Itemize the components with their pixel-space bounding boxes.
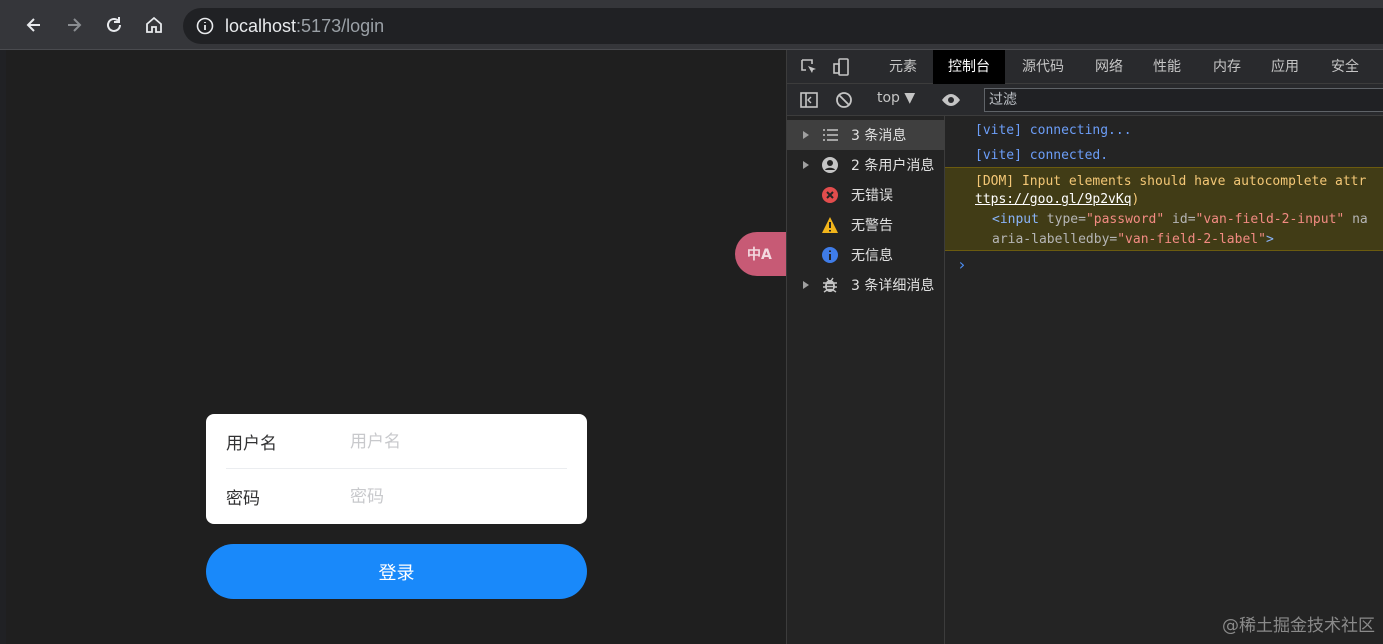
user-icon: [822, 157, 838, 173]
password-input[interactable]: [348, 485, 568, 508]
console-warning-message: [DOM] Input elements should have autocom…: [945, 167, 1383, 251]
address-bar[interactable]: localhost:5173/login: [183, 8, 1383, 44]
home-icon: [146, 16, 162, 33]
inspect-icon[interactable]: [799, 57, 819, 77]
code-value: "password": [1085, 212, 1165, 227]
sidebar-item-messages[interactable]: 3 条消息: [787, 120, 945, 150]
console-sidebar: 3 条消息 2 条用户消息 无错误 无警告 无信息 3 条详细消息: [787, 116, 945, 644]
console-toolbar: top ▼ 过滤: [787, 84, 1383, 116]
code-tag: >: [1265, 232, 1274, 247]
code-value: "van-field-2-input": [1195, 212, 1345, 227]
tab-application[interactable]: 应用: [1257, 50, 1313, 84]
sidebar-item-label: 2 条用户消息: [851, 158, 935, 174]
password-label: 密码: [226, 489, 260, 509]
console-output: [vite] connecting... [vite] connected. […: [945, 116, 1383, 644]
devtools-panel: 元素 控制台 源代码 网络 性能 内存 应用 安全 top ▼ 过滤 3 条消息…: [786, 50, 1383, 644]
sidebar-item-label: 3 条消息: [851, 128, 907, 144]
arrow-right-icon: [68, 18, 82, 32]
tab-security[interactable]: 安全: [1317, 50, 1373, 84]
device-toggle-icon[interactable]: [831, 57, 851, 77]
warning-icon: [822, 217, 838, 233]
tab-sources[interactable]: 源代码: [1009, 50, 1077, 84]
translate-button[interactable]: 中A: [735, 232, 791, 276]
error-icon: [822, 187, 838, 203]
browser-toolbar: localhost:5173/login: [0, 0, 1383, 50]
sidebar-item-errors[interactable]: 无错误: [787, 180, 945, 210]
page-viewport: 用户名 密码 登录: [6, 50, 786, 644]
sidebar-item-label: 无警告: [851, 218, 893, 234]
code-attr: type=: [1046, 212, 1086, 227]
tab-memory[interactable]: 内存: [1199, 50, 1255, 84]
username-input[interactable]: [348, 430, 568, 453]
code-tag: <input: [992, 212, 1047, 227]
tab-elements[interactable]: 元素: [875, 50, 931, 84]
console-prompt[interactable]: ›: [957, 255, 967, 274]
sidebar-item-verbose[interactable]: 3 条详细消息: [787, 270, 945, 300]
tab-performance[interactable]: 性能: [1139, 50, 1195, 84]
sidebar-item-warnings[interactable]: 无警告: [787, 210, 945, 240]
expand-arrow-icon: [803, 131, 809, 139]
code-attr: aria-labelledby=: [992, 232, 1118, 247]
username-field-row: 用户名: [206, 414, 587, 469]
sidebar-item-label: 无错误: [851, 188, 893, 204]
clear-console-icon[interactable]: [834, 90, 854, 110]
translate-icon: 中A: [747, 247, 772, 263]
sidebar-item-user-messages[interactable]: 2 条用户消息: [787, 150, 945, 180]
devtools-tab-bar: 元素 控制台 源代码 网络 性能 内存 应用 安全: [787, 50, 1383, 84]
reload-icon: [107, 17, 121, 32]
tab-console[interactable]: 控制台: [933, 50, 1005, 84]
watermark: @稀土掘金技术社区: [1222, 616, 1375, 636]
code-value: "van-field-2-label": [1117, 232, 1266, 247]
console-log-line: [vite] connected.: [975, 148, 1109, 163]
info-icon: [196, 17, 214, 35]
list-icon: [823, 129, 838, 141]
context-select[interactable]: top ▼: [877, 90, 915, 106]
username-label: 用户名: [226, 434, 277, 454]
warning-text: [DOM] Input elements should have autocom…: [975, 174, 1367, 189]
url-host: localhost: [225, 15, 297, 36]
url-path: :5173/login: [296, 15, 385, 36]
expand-arrow-icon: [803, 161, 809, 169]
info-icon: [822, 247, 838, 263]
home-button[interactable]: [139, 10, 169, 40]
code-attr: id=: [1164, 212, 1196, 227]
back-button[interactable]: [19, 10, 49, 40]
code-attr: na: [1344, 212, 1368, 227]
sidebar-toggle-icon[interactable]: [799, 90, 819, 110]
password-field-row: 密码: [206, 469, 587, 524]
tab-network[interactable]: 网络: [1081, 50, 1137, 84]
filter-input[interactable]: 过滤: [984, 88, 1383, 112]
warning-link-suffix: ): [1131, 192, 1140, 207]
console-log-line: [vite] connecting...: [975, 123, 1132, 138]
eye-icon[interactable]: [941, 90, 961, 110]
login-button[interactable]: 登录: [206, 544, 587, 599]
bug-icon: [823, 277, 837, 293]
context-value: top: [877, 90, 900, 106]
login-form: 用户名 密码: [206, 414, 587, 524]
arrow-left-icon: [26, 18, 40, 32]
warning-code-line[interactable]: aria-labelledby="van-field-2-label">: [992, 232, 1274, 247]
sidebar-item-label: 3 条详细消息: [851, 278, 935, 294]
expand-arrow-icon: [803, 281, 809, 289]
warning-link[interactable]: ttps://goo.gl/9p2vKq: [975, 192, 1132, 207]
url-text: localhost:5173/login: [225, 16, 384, 37]
reload-button[interactable]: [99, 10, 129, 40]
sidebar-item-label: 无信息: [851, 248, 893, 264]
forward-button[interactable]: [59, 10, 89, 40]
warning-code-line[interactable]: <input type="password" id="van-field-2-i…: [992, 212, 1368, 227]
dropdown-arrow-icon: ▼: [904, 90, 916, 106]
sidebar-item-info[interactable]: 无信息: [787, 240, 945, 270]
warning-link-line: ttps://goo.gl/9p2vKq): [975, 192, 1139, 207]
